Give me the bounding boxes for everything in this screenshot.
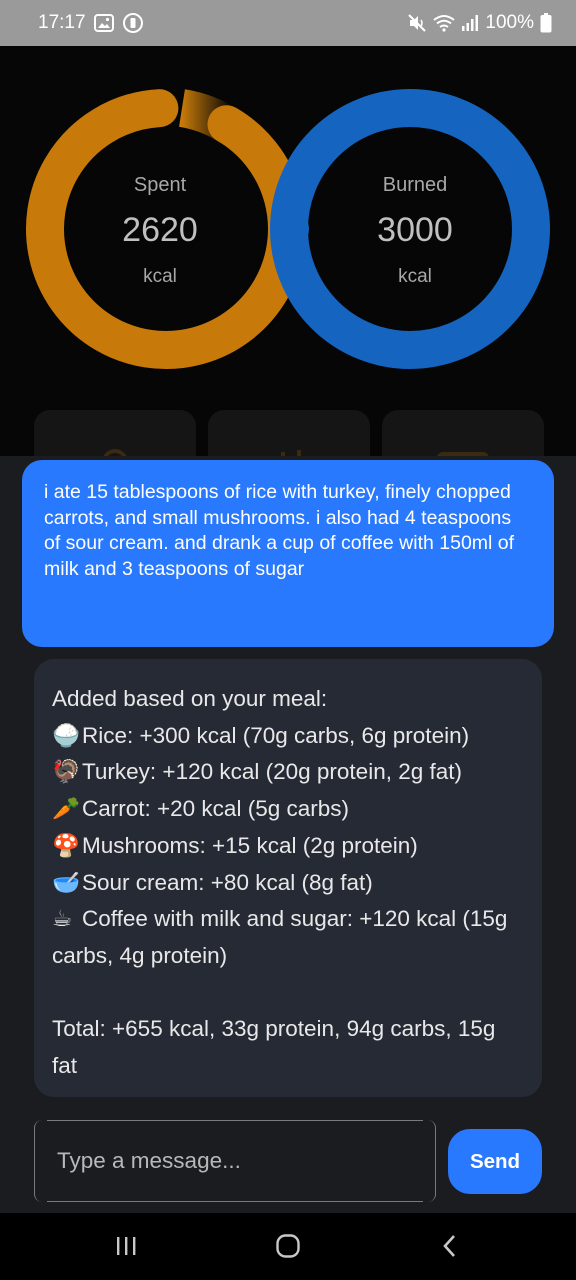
burned-value: 3000 (377, 211, 453, 249)
meal-item: 🥕Carrot: +20 kcal (5g carbs) (52, 791, 524, 828)
spent-ring-fade (178, 89, 243, 144)
back-icon (443, 1235, 455, 1257)
meal-item: 🍚Rice: +300 kcal (70g carbs, 6g protein) (52, 718, 524, 755)
calorie-dashboard: Spent 2620 kcal Burned 3000 kcal (0, 46, 576, 458)
user-message-text: i ate 15 tablespoons of rice with turkey… (44, 481, 515, 580)
message-input[interactable] (49, 1120, 429, 1202)
carrot-icon: 🥕 (52, 796, 81, 822)
burned-summary: Burned 3000 kcal (345, 174, 485, 288)
home-icon (276, 1234, 300, 1258)
status-left: 17:17 (38, 12, 144, 34)
meal-item: 🍄Mushrooms: +15 kcal (2g protein) (52, 828, 524, 865)
coffee-icon: ☕ (52, 906, 73, 932)
message-input-field[interactable] (34, 1120, 436, 1202)
bot-intro: Added based on your meal: (52, 686, 328, 711)
spent-value: 2620 (122, 211, 198, 249)
spent-unit: kcal (143, 266, 177, 287)
meal-total: Total: +655 kcal, 33g protein, 94g carbs… (52, 1016, 496, 1079)
meal-item-text: Mushrooms: +15 kcal (2g protein) (82, 832, 418, 858)
bowl-icon: 🥣 (52, 869, 81, 895)
meal-item-text: Sour cream: +80 kcal (8g fat) (82, 869, 373, 895)
back-button[interactable] (436, 1231, 464, 1261)
mushroom-icon: 🍄 (52, 832, 81, 858)
home-button[interactable] (274, 1231, 302, 1261)
system-nav-bar (0, 1213, 576, 1280)
status-time: 17:17 (38, 12, 86, 33)
chat-sheet: i ate 15 tablespoons of rice with turkey… (0, 456, 576, 1213)
user-message-bubble: i ate 15 tablespoons of rice with turkey… (22, 460, 554, 647)
meal-item: 🦃Turkey: +120 kcal (20g protein, 2g fat) (52, 754, 524, 791)
mute-icon (407, 13, 427, 33)
send-button[interactable]: Send (448, 1129, 542, 1194)
meal-item: ☕ Coffee with milk and sugar: +120 kcal (… (52, 901, 524, 974)
battery-icon (540, 13, 552, 33)
bot-message-bubble: Added based on your meal: 🍚Rice: +300 kc… (34, 659, 542, 1097)
burned-ring-cap (271, 210, 309, 248)
recent-apps-icon (117, 1237, 136, 1255)
action-tiles (34, 410, 544, 458)
tile-workout[interactable] (382, 410, 544, 458)
battery-percent: 100% (485, 12, 534, 33)
meal-item-text: Coffee with milk and sugar: +120 kcal (1… (52, 906, 508, 968)
turkey-icon: 🦃 (52, 759, 81, 785)
signal-icon (461, 14, 479, 32)
recent-apps-button[interactable] (112, 1231, 140, 1261)
meal-item-text: Rice: +300 kcal (70g carbs, 6g protein) (82, 722, 470, 748)
meal-item: 🥣Sour cream: +80 kcal (8g fat) (52, 865, 524, 902)
tile-stats[interactable] (208, 410, 370, 458)
meal-item-text: Turkey: +120 kcal (20g protein, 2g fat) (82, 759, 462, 785)
gallery-icon (93, 14, 114, 32)
status-bar: 17:17 100% (0, 0, 576, 46)
calorie-rings (26, 89, 550, 369)
wifi-icon (433, 14, 456, 32)
spent-caption: Spent (133, 174, 187, 196)
spent-summary: Spent 2620 kcal (90, 174, 230, 288)
status-right: 100% (407, 12, 552, 34)
rice-icon: 🍚 (52, 722, 81, 748)
tile-food[interactable] (34, 410, 196, 458)
screen-record-icon (122, 12, 144, 34)
burned-caption: Burned (382, 174, 448, 196)
meal-item-text: Carrot: +20 kcal (5g carbs) (82, 796, 349, 822)
burned-unit: kcal (398, 266, 432, 287)
